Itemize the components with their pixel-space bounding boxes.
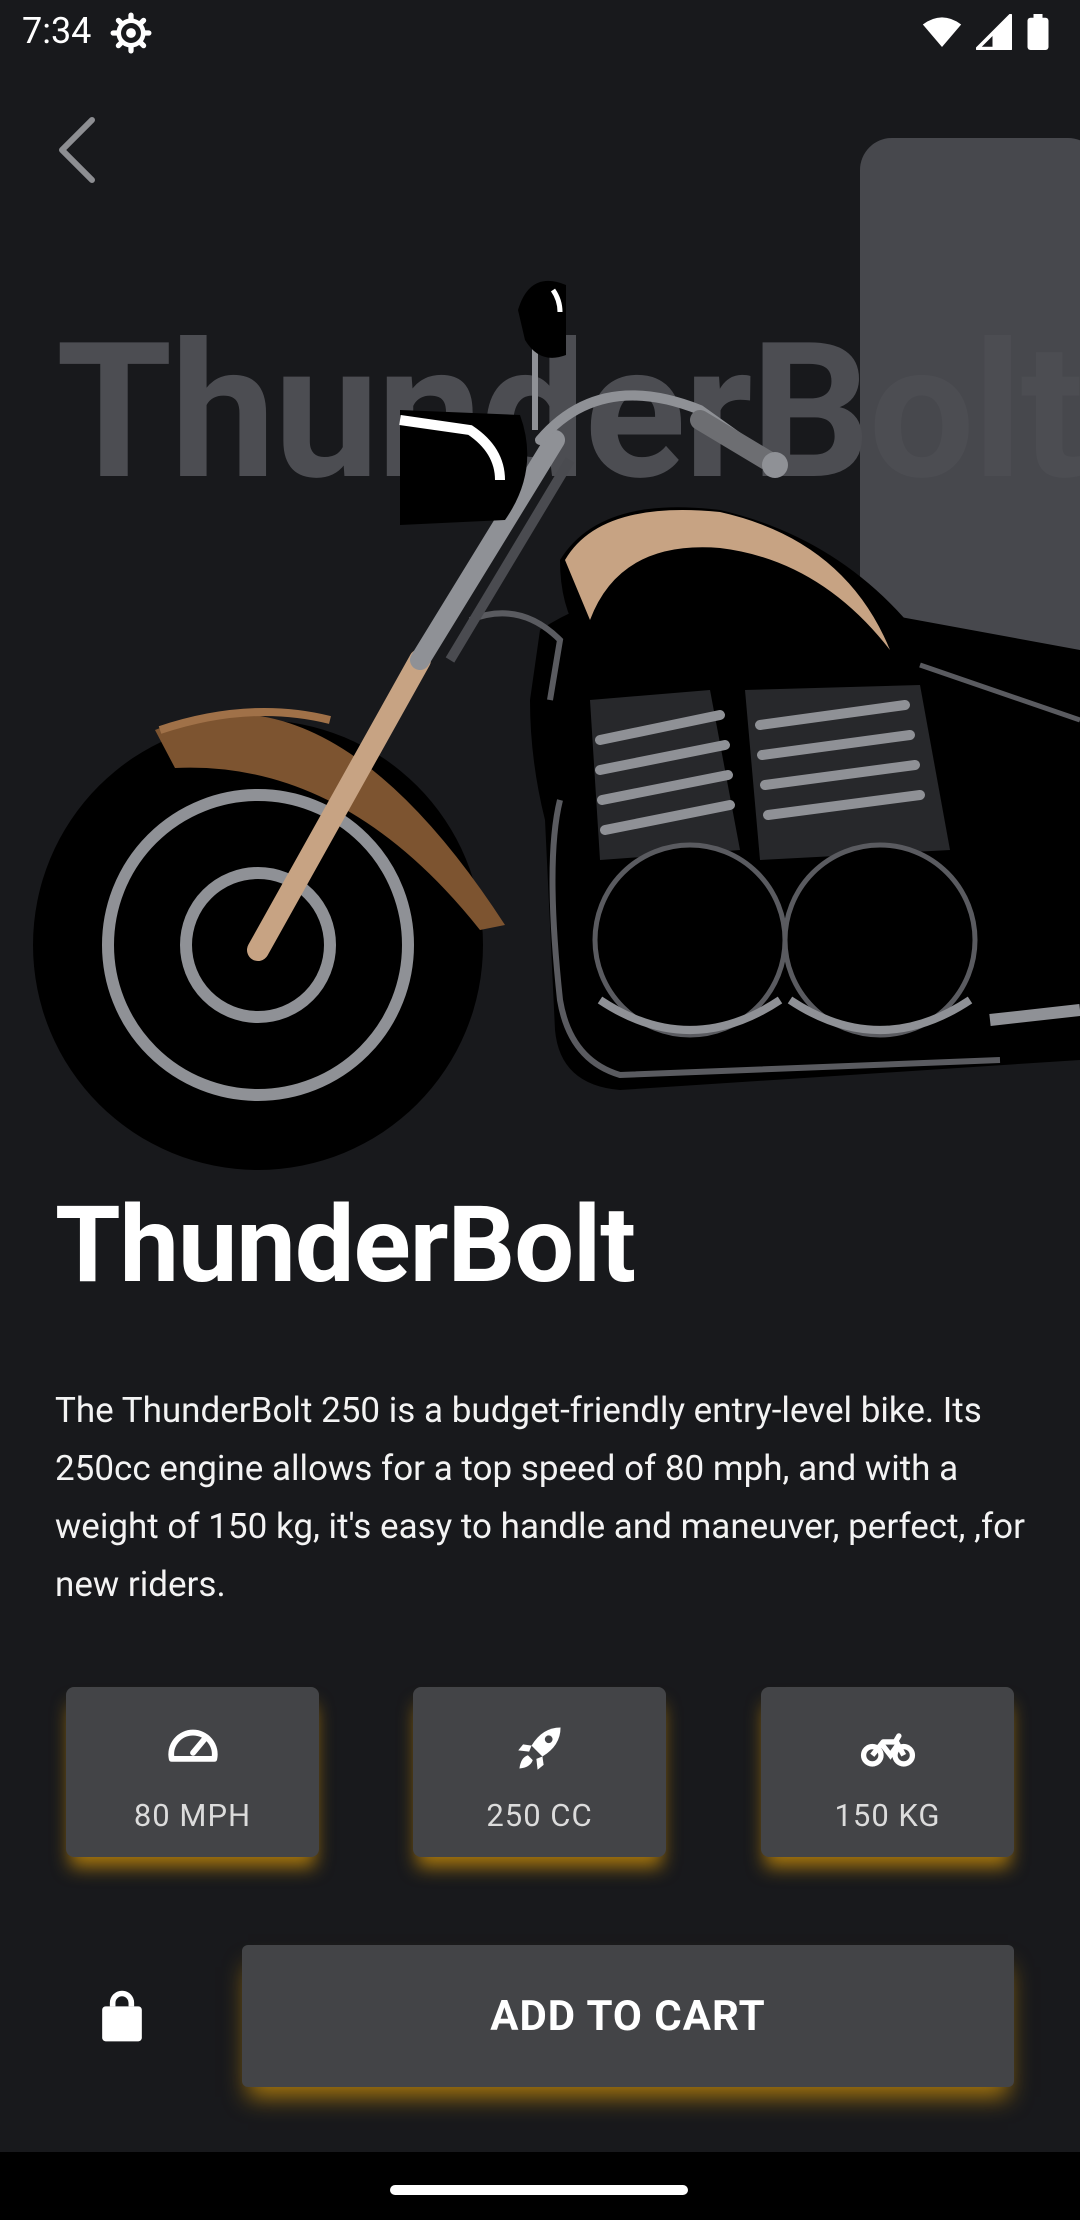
status-bar: 7:34	[0, 0, 1080, 66]
spec-card-weight: 150 KG	[761, 1687, 1014, 1857]
speedometer-icon	[167, 1729, 218, 1762]
home-gesture-handle[interactable]	[390, 2185, 688, 2195]
spec-label-weight: 150 KG	[834, 1797, 941, 1834]
back-chevron-icon[interactable]	[48, 110, 108, 190]
spec-label-engine: 250 CC	[486, 1797, 593, 1834]
shopping-bag-icon[interactable]	[94, 1990, 150, 2046]
status-time: 7:34	[22, 10, 92, 52]
spec-card-engine: 250 CC	[413, 1687, 666, 1857]
settings-gear-icon	[110, 12, 152, 54]
rocket-icon	[517, 1727, 561, 1770]
product-description: The ThunderBolt 250 is a budget-friendly…	[55, 1390, 1025, 1605]
battery-icon	[1027, 14, 1049, 50]
motorcycle-icon	[860, 1733, 915, 1767]
add-to-cart-button[interactable]: ADD TO CART	[242, 1945, 1014, 2087]
wifi-icon	[922, 17, 962, 47]
product-title: ThunderBolt	[55, 1183, 636, 1307]
spec-label-speed: 80 MPH	[133, 1797, 252, 1834]
status-icons	[922, 14, 1050, 50]
spec-card-speed: 80 MPH	[66, 1687, 319, 1857]
motorcycle-image	[33, 280, 1080, 1170]
cellular-signal-icon	[976, 14, 1012, 50]
